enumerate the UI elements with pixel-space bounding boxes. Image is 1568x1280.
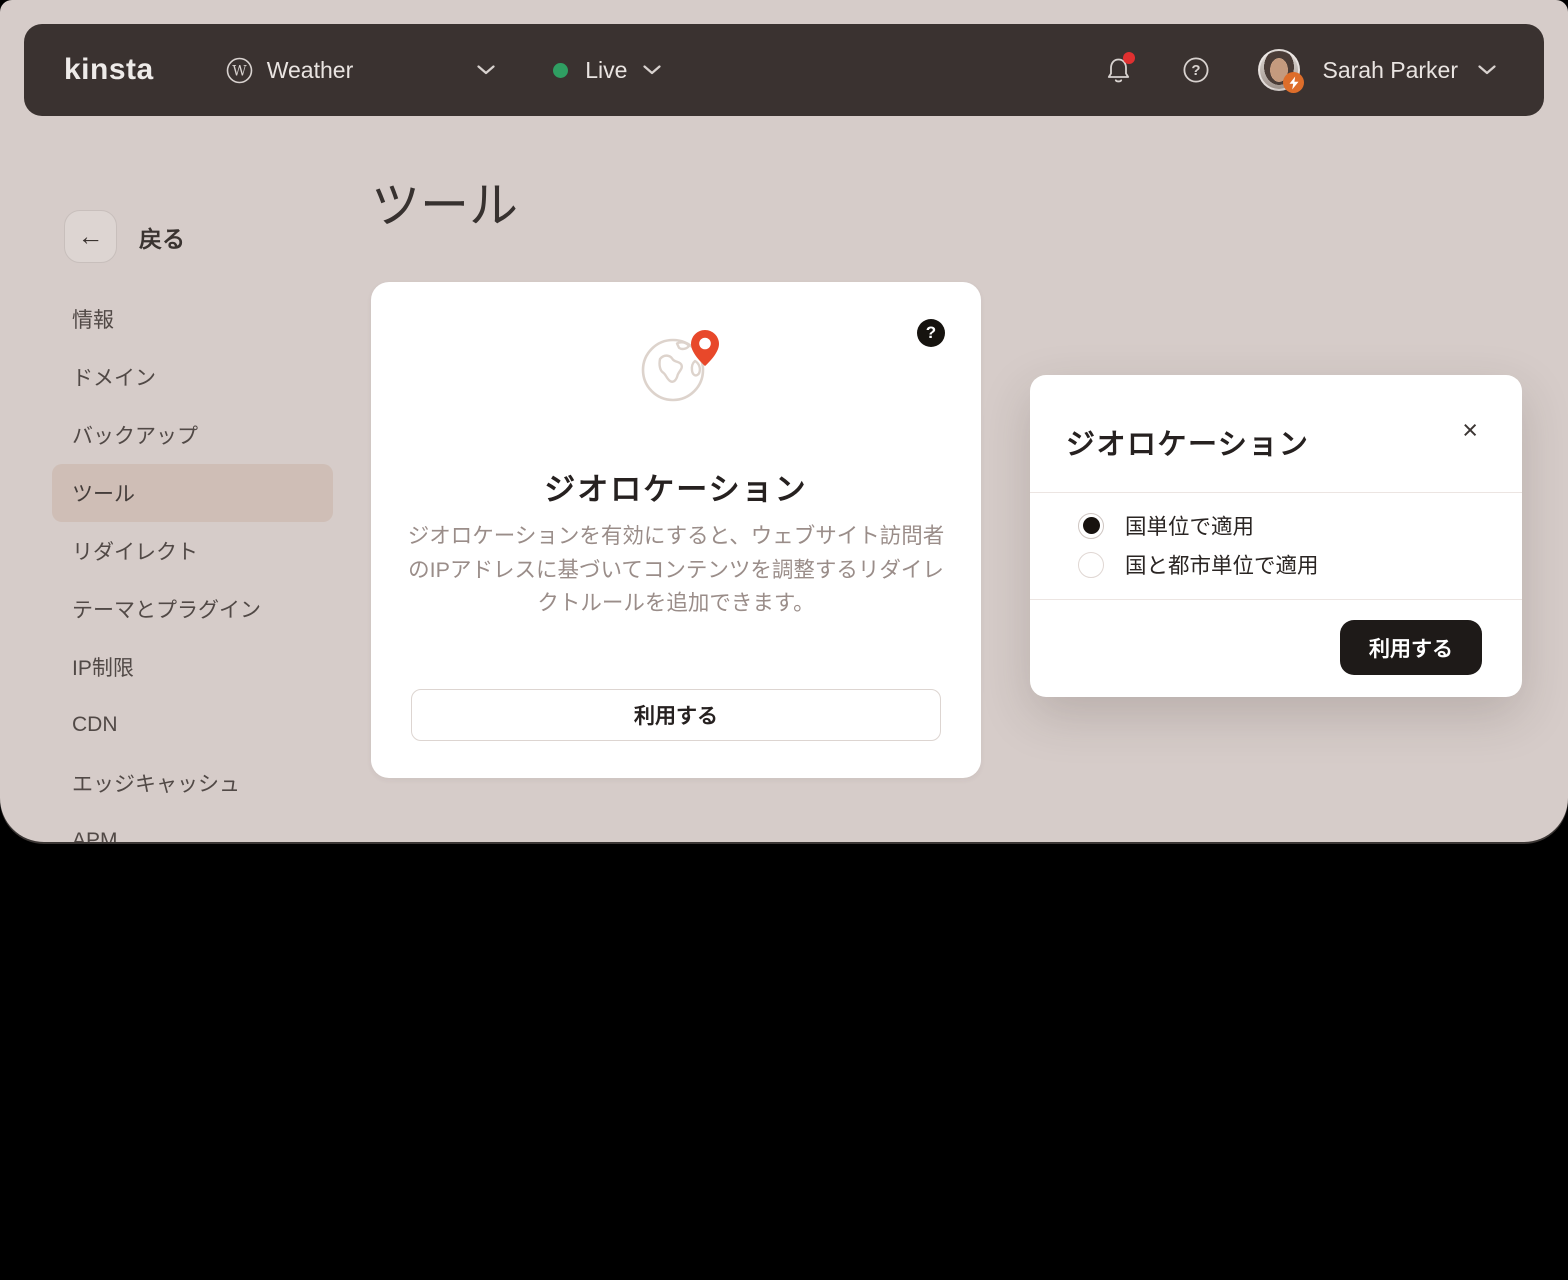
card-title: ジオロケーション xyxy=(371,464,981,509)
sidebar-item-label: 情報 xyxy=(72,304,114,334)
site-selector-label[interactable]: Weather xyxy=(267,57,354,84)
sidebar-item-label: ツール xyxy=(72,478,135,508)
top-navbar: kinsta W Weather Live xyxy=(24,24,1544,116)
wordpress-icon: W xyxy=(226,57,253,84)
svg-text:?: ? xyxy=(1192,62,1201,79)
radio-button-icon[interactable] xyxy=(1078,513,1104,539)
back-label[interactable]: 戻る xyxy=(139,220,185,254)
modal-header: ジオロケーション × xyxy=(1030,375,1522,493)
sidebar-menu: 情報 ドメイン バックアップ ツール リダイレクト テーマとプラグイン IP xyxy=(52,290,333,842)
radio-option[interactable]: 国と都市単位で適用 xyxy=(1078,545,1522,584)
notifications-button[interactable] xyxy=(1105,56,1132,85)
sidebar-item[interactable]: エッジキャッシュ xyxy=(52,754,333,812)
navbar-left-group: kinsta W Weather Live xyxy=(64,53,661,87)
sidebar-item-label: エッジキャッシュ xyxy=(72,768,240,798)
sidebar-item-label: リダイレクト xyxy=(72,536,198,566)
radio-button-icon[interactable] xyxy=(1078,552,1104,578)
back-row: ← 戻る xyxy=(64,210,185,263)
card-help-button[interactable]: ? xyxy=(917,319,945,347)
sidebar-item[interactable]: ドメイン xyxy=(52,348,333,406)
close-icon[interactable]: × xyxy=(1462,417,1478,444)
sidebar-item-label: バックアップ xyxy=(72,420,198,450)
notification-badge xyxy=(1123,52,1135,64)
user-name[interactable]: Sarah Parker xyxy=(1322,57,1458,84)
chevron-down-icon[interactable] xyxy=(643,65,661,75)
sidebar-item[interactable]: バックアップ xyxy=(52,406,333,464)
sidebar-item[interactable]: リダイレクト xyxy=(52,522,333,580)
sidebar-item-label: IP制限 xyxy=(72,652,134,682)
help-button[interactable]: ? xyxy=(1182,56,1210,84)
app-window: kinsta W Weather Live xyxy=(0,0,1568,842)
live-status-dot xyxy=(553,63,568,78)
radio-option-label: 国単位で適用 xyxy=(1125,510,1254,541)
radio-option-label: 国と都市単位で適用 xyxy=(1125,549,1319,580)
enable-geolocation-button[interactable]: 利用する xyxy=(411,689,941,741)
back-button[interactable]: ← xyxy=(64,210,117,263)
svg-text:W: W xyxy=(232,63,247,79)
page-title: ツール xyxy=(371,166,518,237)
environment-selector-label[interactable]: Live xyxy=(585,57,627,84)
lightning-badge-icon xyxy=(1283,72,1304,93)
modal-title: ジオロケーション xyxy=(1066,421,1309,463)
chevron-down-icon[interactable] xyxy=(477,65,495,75)
card-description: ジオロケーションを有効にすると、ウェブサイト訪問者のIPアドレスに基づいてコンテ… xyxy=(404,520,949,621)
globe-pin-icon xyxy=(639,328,723,404)
sidebar-item[interactable]: 情報 xyxy=(52,290,333,348)
kinsta-logo[interactable]: kinsta xyxy=(64,53,154,87)
sidebar-item[interactable]: IP制限 xyxy=(52,638,333,696)
modal-options: 国単位で適用 国と都市単位で適用 xyxy=(1030,493,1522,600)
geolocation-card: ? ジオロケーション ジオロケーションを有効にすると、ウェブサイト訪問者のIPア… xyxy=(371,282,981,778)
back-arrow-icon: ← xyxy=(78,221,104,252)
question-circle-icon: ? xyxy=(1182,56,1210,84)
radio-option[interactable]: 国単位で適用 xyxy=(1078,506,1522,545)
sidebar-item-label: CDN xyxy=(72,713,118,737)
user-avatar[interactable] xyxy=(1258,49,1300,91)
navbar-right-group: ? Sarah Parker xyxy=(1105,49,1496,91)
sidebar-item-label: テーマとプラグイン xyxy=(72,594,261,624)
question-icon: ? xyxy=(926,323,936,343)
geolocation-modal: ジオロケーション × 国単位で適用 国と都市単位で適用 利用する xyxy=(1030,375,1522,697)
sidebar-item[interactable]: テーマとプラグイン xyxy=(52,580,333,638)
sidebar-item[interactable]: APM xyxy=(52,812,333,842)
chevron-down-icon[interactable] xyxy=(1478,65,1496,75)
sidebar-item-label: ドメイン xyxy=(72,362,156,392)
sidebar-item[interactable]: ツール xyxy=(52,464,333,522)
sidebar-item-label: APM xyxy=(72,829,118,842)
sidebar-item[interactable]: CDN xyxy=(52,696,333,754)
modal-apply-button[interactable]: 利用する xyxy=(1340,620,1482,675)
